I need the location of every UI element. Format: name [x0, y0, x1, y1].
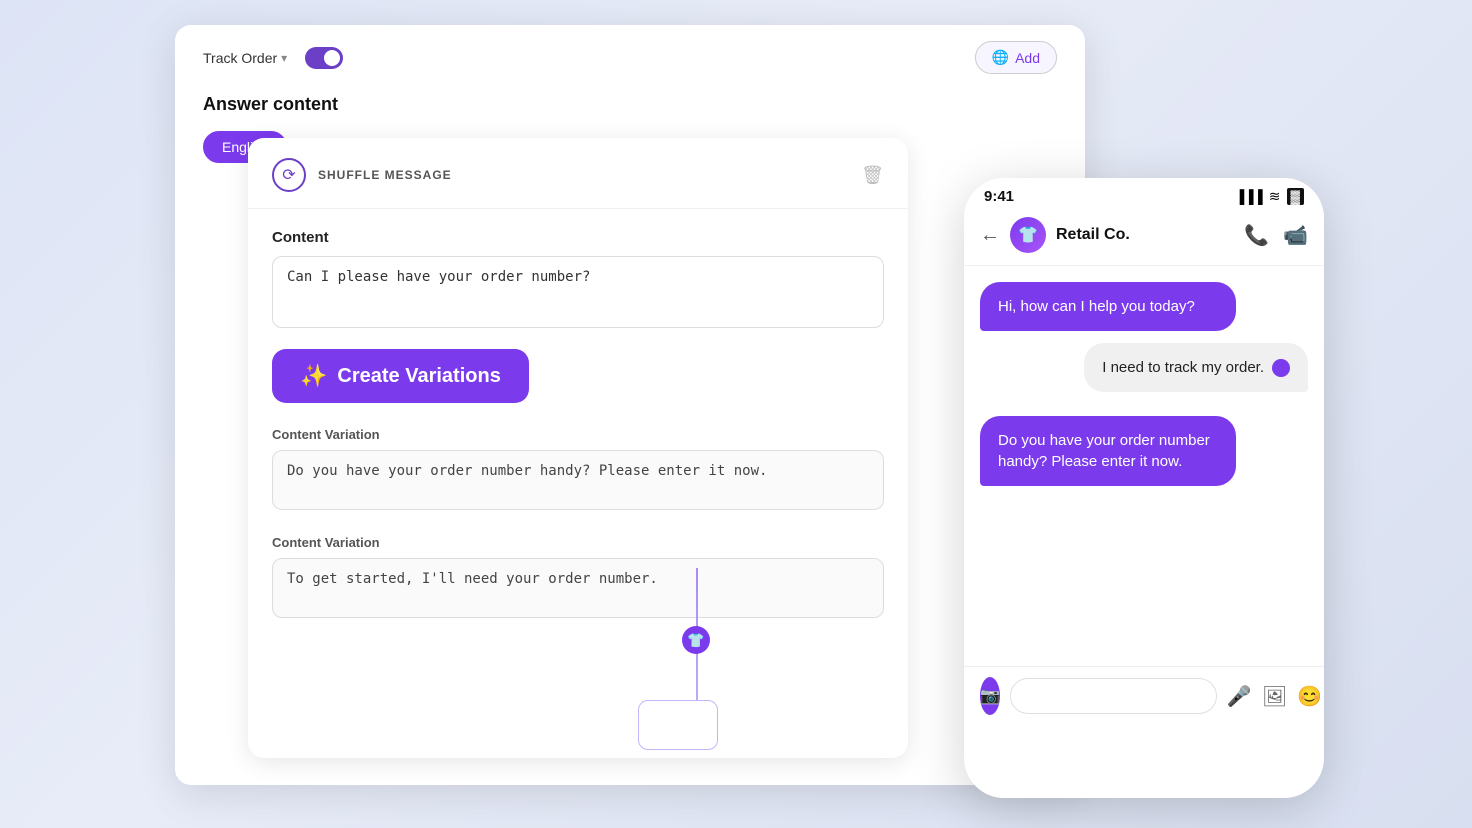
phone-input-bar: 📷 🎤 🖼 😊 [964, 666, 1324, 725]
phone-message-input[interactable] [1010, 678, 1217, 714]
add-lang-label: Add [1015, 50, 1040, 66]
user-message-container: I need to track my order. [980, 343, 1308, 404]
content-section: Content Can I please have your order num… [248, 209, 908, 663]
content-variation-2: Content Variation To get started, I'll n… [272, 535, 884, 623]
track-order-dropdown[interactable]: Track Order ▾ [203, 50, 287, 66]
content-card-header: ⟳ SHUFFLE MESSAGE 🗑 [248, 138, 908, 209]
variation-2-textarea[interactable]: To get started, I'll need your order num… [272, 558, 884, 618]
shuffle-message-label: SHUFFLE MESSAGE [318, 168, 452, 182]
variation-2-label: Content Variation [272, 535, 884, 550]
message-text-3: Do you have your order number handy? Ple… [998, 432, 1210, 470]
video-call-icon[interactable]: 📹 [1283, 223, 1308, 248]
sticker-icon[interactable]: 😊 [1297, 684, 1322, 709]
track-order-toggle[interactable] [305, 47, 343, 69]
dropdown-chevron-icon: ▾ [281, 51, 287, 65]
phone-mockup: 9:41 ▐▐▐ ≋ ▓ ← 👕 Retail Co. 📞 📹 Hi, how … [964, 178, 1324, 798]
connector-avatar: 👕 [682, 626, 710, 654]
phone-call-icon[interactable]: 📞 [1244, 223, 1269, 248]
wifi-icon: ≋ [1269, 188, 1281, 205]
chat-messages: Hi, how can I help you today? I need to … [964, 266, 1324, 666]
image-icon[interactable]: 🖼 [1262, 684, 1287, 709]
phone-time: 9:41 [984, 188, 1014, 205]
chat-actions: 📞 📹 [1244, 223, 1308, 248]
chat-avatar: 👕 [1010, 217, 1046, 253]
wand-icon: ✨ [300, 363, 327, 389]
create-variations-button[interactable]: ✨ Create Variations [272, 349, 529, 403]
shuffle-icon: ⟳ [272, 158, 306, 192]
message-bubble-1: Hi, how can I help you today? [980, 282, 1236, 331]
track-order-label: Track Order [203, 50, 277, 66]
signal-icon: ▐▐▐ [1235, 189, 1263, 204]
create-variations-label: Create Variations [337, 365, 500, 388]
phone-back-button[interactable]: ← [980, 224, 1000, 247]
variation-1-textarea[interactable]: Do you have your order number handy? Ple… [272, 450, 884, 510]
phone-status-bar: 9:41 ▐▐▐ ≋ ▓ [964, 178, 1324, 209]
message-bubble-2: I need to track my order. [1084, 343, 1308, 392]
camera-button[interactable]: 📷 [980, 677, 1000, 715]
connector-box [638, 700, 718, 750]
user-avatar-dot [1272, 359, 1290, 377]
phone-chat-header: ← 👕 Retail Co. 📞 📹 [964, 209, 1324, 266]
battery-icon: ▓ [1287, 188, 1304, 205]
mic-icon[interactable]: 🎤 [1227, 684, 1252, 709]
content-card: ⟳ SHUFFLE MESSAGE 🗑 Content Can I please… [248, 138, 908, 758]
globe-icon: 🌐 [992, 49, 1009, 66]
chat-name: Retail Co. [1056, 226, 1234, 244]
answer-content-title: Answer content [203, 94, 1057, 115]
phone-input-icons: 🎤 🖼 😊 [1227, 684, 1322, 709]
content-variation-1: Content Variation Do you have your order… [272, 427, 884, 515]
content-label: Content [272, 229, 884, 246]
variation-1-label: Content Variation [272, 427, 884, 442]
message-text-1: Hi, how can I help you today? [998, 298, 1195, 315]
add-language-button[interactable]: 🌐 Add [975, 41, 1057, 74]
message-text-2: I need to track my order. [1102, 357, 1264, 378]
message-bubble-3: Do you have your order number handy? Ple… [980, 416, 1236, 486]
content-textarea[interactable]: Can I please have your order number? [272, 256, 884, 328]
delete-button[interactable]: 🗑 [861, 165, 884, 186]
phone-status-icons: ▐▐▐ ≋ ▓ [1235, 188, 1304, 205]
